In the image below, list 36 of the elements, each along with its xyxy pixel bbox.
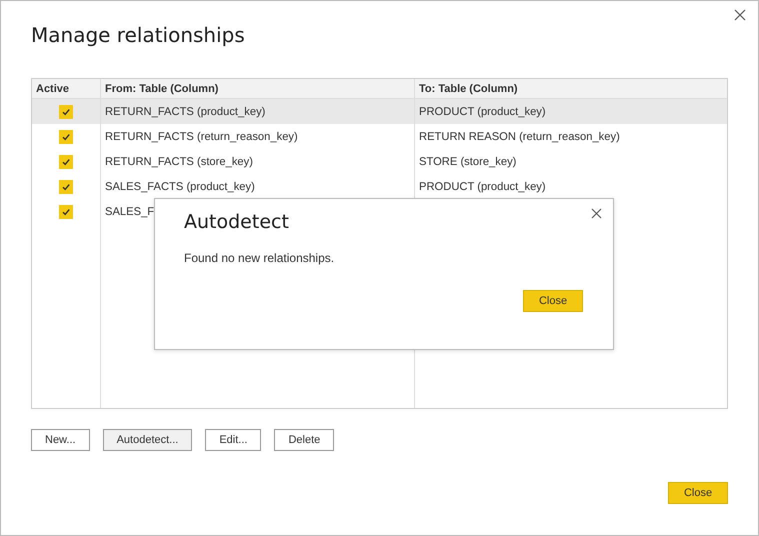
dialog-button[interactable]: Autodetect...	[102, 429, 192, 451]
table-cell: RETURN_FACTS (store_key)	[105, 156, 253, 168]
dialog-message: Found no new relationships.	[184, 251, 336, 265]
checkbox[interactable]	[59, 204, 73, 218]
column-header: Active	[32, 79, 100, 98]
checkbox[interactable]	[59, 130, 73, 144]
dialog-title: Autodetect	[184, 211, 290, 233]
table-cell: SALES_FACTS (product_key)	[105, 180, 255, 192]
checkmark-icon	[61, 156, 71, 166]
table-cell: RETURN_FACTS (return_reason_key)	[105, 130, 298, 142]
checkbox[interactable]	[59, 104, 73, 118]
dialog-button[interactable]: Delete	[274, 429, 334, 451]
checkmark-icon	[61, 106, 71, 116]
table-cell: SALES_F	[105, 206, 154, 218]
table-cell: RETURN_FACTS (product_key)	[105, 106, 266, 118]
dialog-button[interactable]: New...	[31, 429, 90, 451]
close-icon[interactable]	[591, 208, 602, 219]
dialog-button[interactable]: Edit...	[205, 429, 262, 451]
table-cell: RETURN REASON (return_reason_key)	[419, 130, 620, 142]
close-button[interactable]: Close	[668, 482, 728, 504]
close-icon[interactable]	[734, 9, 746, 21]
relationship-row[interactable]: RETURN_FACTS (store_key) STORE (store_key)	[32, 149, 727, 174]
column-header: From: Table (Column)	[100, 79, 414, 98]
table-cell: STORE (store_key)	[419, 156, 516, 168]
table-cell: PRODUCT (product_key)	[419, 180, 546, 192]
checkbox[interactable]	[59, 180, 73, 194]
checkbox[interactable]	[59, 154, 73, 168]
window-title: Manage relationships	[31, 23, 246, 47]
column-header: To: Table (Column)	[414, 79, 727, 98]
close-button[interactable]: Close	[523, 290, 583, 312]
checkmark-icon	[61, 182, 71, 192]
relationship-row[interactable]: RETURN_FACTS (return_reason_key) RETURN REASON (return_reason_key)	[32, 124, 727, 149]
table-cell: PRODUCT (product_key)	[419, 106, 546, 118]
checkmark-icon	[61, 132, 71, 142]
relationship-row[interactable]: RETURN_FACTS (product_key) PRODUCT (product_key)	[32, 98, 727, 124]
checkmark-icon	[61, 206, 71, 216]
